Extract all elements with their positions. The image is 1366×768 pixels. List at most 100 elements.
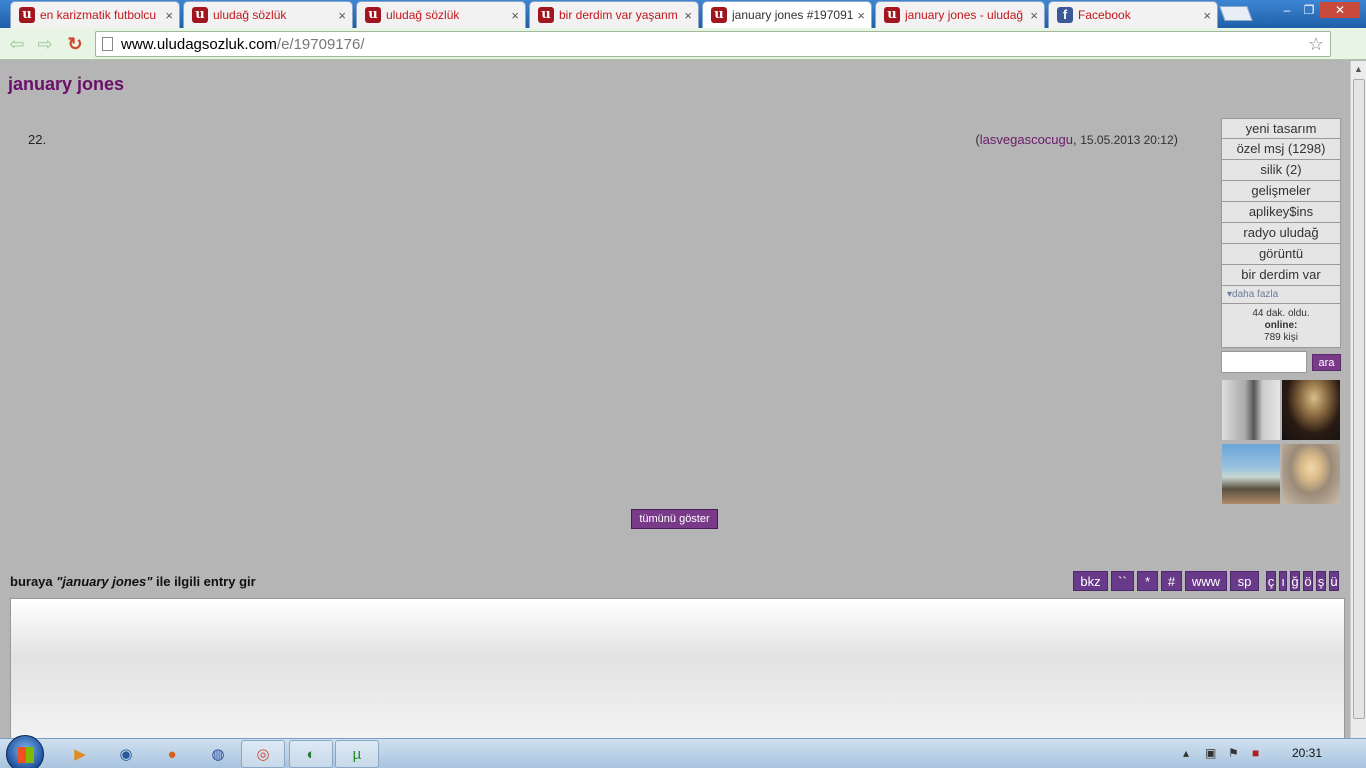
- www-button[interactable]: www: [1185, 571, 1227, 591]
- start-button[interactable]: [6, 735, 44, 768]
- chrome-icon[interactable]: ◎: [241, 740, 285, 768]
- search-input[interactable]: [1221, 351, 1307, 373]
- char-c-cedilla-button[interactable]: ç: [1266, 571, 1276, 591]
- uludag-favicon-icon: u: [365, 7, 381, 23]
- sidebar: yeni tasarım özel msj (1298) silik (2) g…: [1221, 118, 1341, 377]
- forward-arrow-icon[interactable]: ⇨: [34, 33, 56, 55]
- char-dotless-i-button[interactable]: ı: [1279, 571, 1287, 591]
- sidebar-item-aplikeysins[interactable]: aplikey$ins: [1221, 202, 1341, 223]
- char-u-umlaut-button[interactable]: ü: [1329, 571, 1339, 591]
- sidebar-item-silik[interactable]: silik (2): [1221, 160, 1341, 181]
- antivirus-tray-icon[interactable]: ■: [1252, 746, 1259, 760]
- compose-topic: "january jones": [56, 574, 153, 589]
- tab-title: Facebook: [1078, 8, 1131, 22]
- url-path: /e/19709176/: [276, 35, 365, 53]
- browser-tab-bar: u en karizmatik futbolcu × u uludağ sözl…: [0, 0, 1366, 28]
- vertical-scrollbar[interactable]: ▲: [1350, 61, 1366, 738]
- sidebar-more-label: daha fazla: [1232, 289, 1279, 300]
- reload-icon[interactable]: ↻: [64, 33, 86, 55]
- sidebar-more[interactable]: ▾daha fazla: [1221, 286, 1341, 304]
- photo-thumbnail[interactable]: [1282, 380, 1340, 440]
- entry-date[interactable]: 15.05.2013 20:12: [1080, 133, 1173, 147]
- new-tab-button[interactable]: [1219, 6, 1253, 21]
- tab-close-icon[interactable]: ×: [1203, 8, 1211, 23]
- entry-textarea[interactable]: [10, 598, 1345, 738]
- windows-logo-icon: [18, 747, 34, 763]
- hash-button[interactable]: #: [1161, 571, 1182, 591]
- uludag-favicon-icon: u: [711, 7, 727, 23]
- utorrent-icon[interactable]: µ: [335, 740, 379, 768]
- compose-label: buraya "january jones" ile ilgili entry …: [10, 574, 256, 589]
- firefox-icon[interactable]: ●: [150, 740, 194, 768]
- tray-arrow-icon[interactable]: ▴: [1183, 746, 1189, 760]
- sidebar-item-yeni-tasarim[interactable]: yeni tasarım: [1221, 118, 1341, 139]
- entry-author-link[interactable]: lasvegascocugu: [980, 132, 1073, 147]
- scrollbar-thumb[interactable]: [1353, 79, 1365, 719]
- tab-4[interactable]: u bir derdim var yaşanm ×: [529, 1, 699, 28]
- compose-suffix: ile ilgili entry gir: [152, 574, 256, 589]
- tab-title: uludağ sözlük: [386, 8, 460, 22]
- bookmark-star-icon[interactable]: ☆: [1308, 34, 1324, 55]
- clock[interactable]: 20:31: [1292, 746, 1322, 760]
- minimize-icon[interactable]: –: [1276, 2, 1298, 18]
- maximize-icon[interactable]: ❐: [1298, 2, 1320, 18]
- address-bar[interactable]: www.uludagsozluk.com/e/19709176/ ☆: [95, 31, 1331, 57]
- sidebar-item-radyo-uludag[interactable]: radyo uludağ: [1221, 223, 1341, 244]
- show-all-button[interactable]: tümünü göster: [631, 509, 718, 529]
- tab-close-icon[interactable]: ×: [1030, 8, 1038, 23]
- search-row: ara: [1221, 351, 1341, 377]
- photo-thumbnail[interactable]: [1282, 444, 1340, 504]
- page-content: january jones 22. (lasvegascocugu, 15.05…: [0, 61, 1350, 738]
- tab-title: en karizmatik futbolcu: [40, 8, 157, 22]
- tab-7[interactable]: f Facebook ×: [1048, 1, 1218, 28]
- sidebar-item-bir-derdim-var[interactable]: bir derdim var: [1221, 265, 1341, 286]
- scroll-up-icon[interactable]: ▲: [1351, 61, 1366, 77]
- tab-title: bir derdim var yaşanm: [559, 8, 678, 22]
- char-o-umlaut-button[interactable]: ö: [1303, 571, 1313, 591]
- tab-close-icon[interactable]: ×: [165, 8, 173, 23]
- online-label: online:: [1264, 320, 1298, 331]
- window-close-icon[interactable]: ✕: [1320, 2, 1360, 18]
- tab-6[interactable]: u january jones - uludağ ×: [875, 1, 1045, 28]
- sidebar-item-goruntu[interactable]: görüntü: [1221, 244, 1341, 265]
- online-count: 789 kişi: [1264, 332, 1298, 343]
- sp-button[interactable]: sp: [1230, 571, 1259, 591]
- tab-close-icon[interactable]: ×: [857, 8, 865, 23]
- tab-close-icon[interactable]: ×: [684, 8, 692, 23]
- photo-thumbnail[interactable]: [1222, 380, 1280, 440]
- asterisk-button[interactable]: *: [1137, 571, 1158, 591]
- facebook-favicon-icon: f: [1057, 7, 1073, 23]
- page-icon: [102, 37, 113, 51]
- char-s-cedilla-button[interactable]: ş: [1316, 571, 1326, 591]
- image-thumbnails: [1222, 380, 1342, 505]
- network-app-icon[interactable]: ◐: [289, 740, 333, 768]
- tab-2[interactable]: u uludağ sözlük ×: [183, 1, 353, 28]
- search-button[interactable]: ara: [1312, 354, 1341, 371]
- tab-1[interactable]: u en karizmatik futbolcu ×: [10, 1, 180, 28]
- uludag-favicon-icon: u: [19, 7, 35, 23]
- itunes-icon[interactable]: ◉: [104, 740, 148, 768]
- flag-tray-icon[interactable]: ⚑: [1228, 746, 1239, 760]
- photo-thumbnail[interactable]: [1222, 444, 1280, 504]
- network-tray-icon[interactable]: ▣: [1205, 746, 1216, 760]
- sidebar-item-gelismeler[interactable]: gelişmeler: [1221, 181, 1341, 202]
- tab-3[interactable]: u uludağ sözlük ×: [356, 1, 526, 28]
- sidebar-item-ozel-msj[interactable]: özel msj (1298): [1221, 139, 1341, 160]
- backtick-button[interactable]: ``: [1111, 571, 1134, 591]
- bkz-button[interactable]: bkz: [1073, 571, 1108, 591]
- uludag-favicon-icon: u: [538, 7, 554, 23]
- browser-toolbar: ⇦ ⇨ ↻ www.uludagsozluk.com/e/19709176/ ☆: [0, 28, 1366, 77]
- char-g-breve-button[interactable]: ğ: [1290, 571, 1300, 591]
- page-title[interactable]: january jones: [8, 74, 124, 95]
- tab-5-active[interactable]: u january jones #197091 ×: [702, 1, 872, 28]
- tab-close-icon[interactable]: ×: [338, 8, 346, 23]
- tab-close-icon[interactable]: ×: [511, 8, 519, 23]
- entry-meta: (lasvegascocugu, 15.05.2013 20:12): [975, 132, 1178, 147]
- url-host: www.uludagsozluk.com: [121, 35, 277, 53]
- windows-taskbar: ▶ ◉ ● ◍ ◎ ◐ µ ▴ ▣ ⚑ ■ 20:31: [0, 735, 1366, 768]
- compose-prefix: buraya: [10, 574, 57, 589]
- back-arrow-icon[interactable]: ⇦: [6, 33, 28, 55]
- uludag-favicon-icon: u: [192, 7, 208, 23]
- globe-icon[interactable]: ◍: [196, 740, 240, 768]
- media-player-icon[interactable]: ▶: [58, 740, 102, 768]
